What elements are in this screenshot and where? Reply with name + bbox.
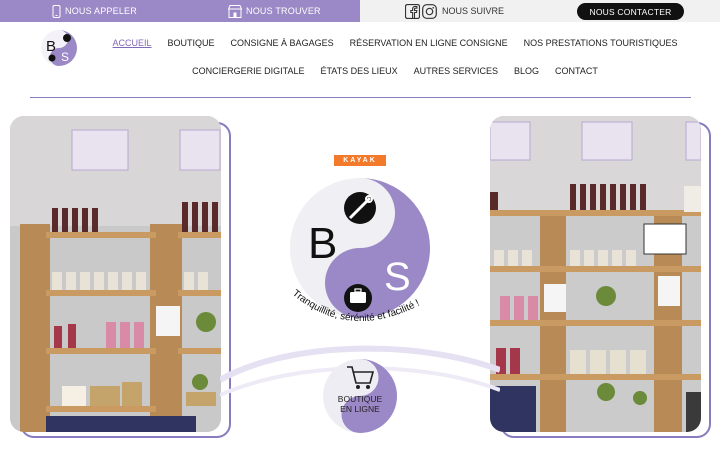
nav-item-contact[interactable]: CONTACT bbox=[547, 66, 606, 76]
header-divider bbox=[30, 97, 691, 98]
find-label: NOUS TROUVER bbox=[246, 6, 321, 16]
tools-icon bbox=[344, 192, 376, 224]
shop-label-line2: EN LIGNE bbox=[340, 404, 380, 414]
nav-item-etats-des-lieux[interactable]: ÉTATS DES LIEUX bbox=[312, 66, 405, 76]
nav-item-blog[interactable]: BLOG bbox=[506, 66, 547, 76]
kayak-badge[interactable]: KAYAK bbox=[334, 155, 386, 166]
shelf-illustration-right bbox=[490, 116, 701, 432]
facebook-icon[interactable] bbox=[405, 3, 420, 19]
nav-item-accueil[interactable]: ACCUEIL bbox=[105, 38, 160, 48]
nav-item-boutique[interactable]: BOUTIQUE bbox=[160, 38, 223, 48]
nav-item-nos-prestations-touristiques[interactable]: NOS PRESTATIONS TOURISTIQUES bbox=[516, 38, 686, 48]
find-link[interactable]: NOUS TROUVER bbox=[228, 0, 321, 22]
left-shelf-image bbox=[10, 116, 221, 432]
nav-item-reservation-en-ligne-consigne[interactable]: RÉSERVATION EN LIGNE CONSIGNE bbox=[342, 38, 516, 48]
brand-logo-large: B S Tranquillité, sérénité et facilité ! bbox=[290, 178, 430, 324]
nav-item-consigne-a-bagages[interactable]: CONSIGNE À BAGAGES bbox=[223, 38, 342, 48]
follow-label: NOUS SUIVRE bbox=[442, 6, 505, 16]
instagram-icon[interactable] bbox=[422, 3, 437, 19]
site-logo[interactable]: B S bbox=[40, 29, 78, 67]
logo-letter-b: B bbox=[46, 38, 56, 55]
social-follow: NOUS SUIVRE bbox=[405, 0, 504, 22]
call-link[interactable]: NOUS APPELER bbox=[52, 0, 137, 22]
contact-button[interactable]: NOUS CONTACTER bbox=[577, 3, 684, 20]
big-logo-letter-b: B bbox=[308, 219, 337, 268]
big-logo-letter-s: S bbox=[384, 255, 411, 299]
shelf-illustration-left bbox=[10, 116, 221, 432]
main-nav: ACCUEIL BOUTIQUE CONSIGNE À BAGAGES RÉSERVA… bbox=[100, 38, 690, 94]
suitcase-icon bbox=[344, 284, 372, 312]
right-shelf-image bbox=[490, 116, 701, 432]
top-bar-right: NOUS SUIVRE NOUS CONTACTER bbox=[360, 0, 720, 22]
online-shop-label: BOUTIQUE EN LIGNE bbox=[322, 394, 398, 414]
nav-row-2: CONCIERGERIE DIGITALE ÉTATS DES LIEUX AUTR… bbox=[100, 66, 690, 94]
nav-item-conciergerie-digitale[interactable]: CONCIERGERIE DIGITALE bbox=[184, 66, 312, 76]
logo-letter-s: S bbox=[61, 50, 69, 64]
phone-icon bbox=[52, 4, 61, 18]
nav-row-1: ACCUEIL BOUTIQUE CONSIGNE À BAGAGES RÉSERVA… bbox=[100, 38, 690, 66]
store-icon bbox=[228, 4, 242, 18]
top-bar: NOUS APPELER NOUS TROUVER NOUS SUIVRE NO… bbox=[0, 0, 720, 22]
top-bar-left: NOUS APPELER NOUS TROUVER bbox=[0, 0, 360, 22]
shop-label-line1: BOUTIQUE bbox=[337, 394, 383, 404]
call-label: NOUS APPELER bbox=[65, 6, 137, 16]
nav-item-autres-services[interactable]: AUTRES SERVICES bbox=[406, 66, 506, 76]
